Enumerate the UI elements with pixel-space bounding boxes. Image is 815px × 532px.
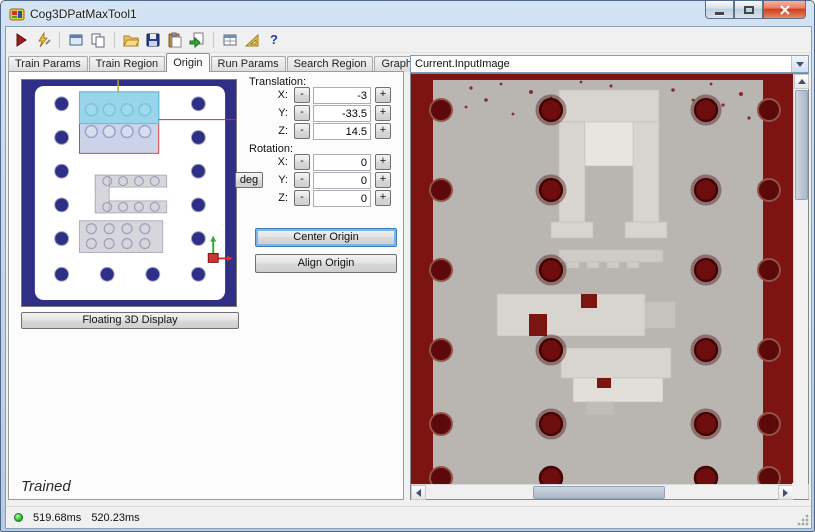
tab-train-region[interactable]: Train Region — [88, 56, 166, 72]
origin-tab-page: Floating 3D Display Translation: X: - + … — [8, 71, 404, 500]
toolbar: ? — [6, 27, 811, 53]
rotation-z-decrement[interactable]: - — [294, 190, 310, 206]
floating-window-button[interactable] — [67, 31, 85, 49]
center-origin-button[interactable]: Center Origin — [255, 228, 397, 247]
input-image-selector-value: Current.InputImage — [415, 58, 510, 70]
translation-y-field[interactable] — [313, 105, 371, 122]
app-window: Cog3DPatMaxTool1 ? Train Params Train Re… — [0, 0, 815, 532]
rotation-y-label: Y: — [278, 174, 288, 186]
scroll-right-icon — [783, 488, 788, 497]
scrollbar-corner — [792, 483, 808, 499]
save-icon — [146, 33, 160, 46]
maximize-icon — [743, 5, 754, 14]
status-bar: 519.68ms 520.23ms — [6, 506, 811, 528]
copy-results-button[interactable] — [89, 31, 107, 49]
toolbar-separator — [213, 31, 214, 48]
status-time-b: 520.23ms — [91, 511, 140, 524]
paste-icon — [168, 32, 182, 47]
open-file-button[interactable] — [122, 31, 140, 49]
resize-grip[interactable] — [797, 514, 809, 526]
rotation-y-increment[interactable]: + — [375, 172, 391, 188]
translation-y-decrement[interactable]: - — [294, 105, 310, 121]
scroll-left-icon — [416, 488, 421, 497]
rotation-y-decrement[interactable]: - — [294, 172, 310, 188]
tab-train-params[interactable]: Train Params — [8, 56, 88, 72]
vertical-scrollbar[interactable] — [793, 74, 809, 499]
minimize-button[interactable] — [705, 1, 734, 19]
close-icon — [779, 4, 790, 15]
window-title: Cog3DPatMaxTool1 — [30, 6, 137, 21]
open-folder-icon — [123, 35, 139, 46]
pattern-3d-display[interactable] — [21, 79, 237, 307]
tab-search-region[interactable]: Search Region — [286, 56, 374, 72]
calibration-icon — [244, 33, 259, 46]
maximize-button[interactable] — [734, 1, 763, 19]
horizontal-scrollbar[interactable] — [411, 484, 793, 500]
calibration-button[interactable] — [243, 31, 261, 49]
input-image-display — [410, 73, 809, 500]
toolbar-separator — [59, 31, 60, 48]
results-grid-button[interactable] — [221, 31, 239, 49]
help-button[interactable]: ? — [265, 31, 283, 49]
help-icon: ? — [270, 32, 278, 47]
translation-x-field[interactable] — [313, 87, 371, 104]
app-icon — [9, 8, 25, 20]
translation-z-label: Z: — [278, 125, 288, 137]
results-grid-icon — [223, 34, 237, 45]
tab-run-params[interactable]: Run Params — [210, 56, 286, 72]
titlebar[interactable]: Cog3DPatMaxTool1 — [1, 1, 814, 26]
copy-icon — [91, 33, 105, 47]
translation-y-increment[interactable]: + — [375, 105, 391, 121]
input-image-selector[interactable]: Current.InputImage — [410, 55, 809, 73]
rotation-x-field[interactable] — [313, 154, 371, 171]
vertical-scroll-thumb[interactable] — [795, 90, 808, 200]
translation-x-label: X: — [277, 89, 288, 101]
chevron-down-icon — [796, 61, 804, 67]
save-button[interactable] — [144, 31, 162, 49]
paste-button[interactable] — [166, 31, 184, 49]
rotation-z-field[interactable] — [313, 190, 371, 207]
tab-origin[interactable]: Origin — [166, 53, 210, 72]
run-icon — [16, 32, 27, 47]
deg-units-button[interactable]: deg — [235, 172, 263, 188]
scroll-left-button[interactable] — [411, 485, 426, 500]
rotation-x-decrement[interactable]: - — [294, 154, 310, 170]
toolbar-separator — [114, 31, 115, 48]
status-led-icon — [14, 513, 23, 522]
rotation-y-field[interactable] — [313, 172, 371, 189]
rotation-z-increment[interactable]: + — [375, 190, 391, 206]
floating-3d-display-button[interactable]: Floating 3D Display — [21, 312, 239, 329]
rotation-x-label: X: — [277, 156, 288, 168]
close-button[interactable] — [763, 1, 806, 19]
floating-window-icon — [69, 34, 83, 45]
input-image-canvas[interactable] — [411, 74, 793, 484]
translation-z-increment[interactable]: + — [375, 123, 391, 139]
run-button[interactable] — [12, 31, 30, 49]
scroll-right-button[interactable] — [778, 485, 793, 500]
rotation-x-increment[interactable]: + — [375, 154, 391, 170]
translation-y-label: Y: — [278, 107, 288, 119]
translation-z-decrement[interactable]: - — [294, 123, 310, 139]
trained-status-text: Trained — [21, 478, 71, 495]
minimize-icon — [715, 11, 724, 15]
import-button[interactable] — [188, 31, 206, 49]
app-client-area: ? Train Params Train Region Origin Run P… — [5, 26, 812, 529]
import-icon — [189, 32, 204, 48]
scroll-up-icon — [797, 79, 806, 84]
electric-edit-icon — [38, 31, 51, 47]
translation-x-increment[interactable]: + — [375, 87, 391, 103]
combobox-dropdown-button[interactable] — [791, 56, 808, 72]
scroll-up-button[interactable] — [794, 74, 809, 89]
align-origin-button[interactable]: Align Origin — [255, 254, 397, 273]
electric-edit-button[interactable] — [34, 31, 52, 49]
rotation-label: Rotation: — [249, 143, 294, 155]
horizontal-scroll-thumb[interactable] — [533, 486, 665, 499]
translation-x-decrement[interactable]: - — [294, 87, 310, 103]
rotation-z-label: Z: — [278, 192, 288, 204]
translation-z-field[interactable] — [313, 123, 371, 140]
status-time-a: 519.68ms — [33, 511, 82, 524]
